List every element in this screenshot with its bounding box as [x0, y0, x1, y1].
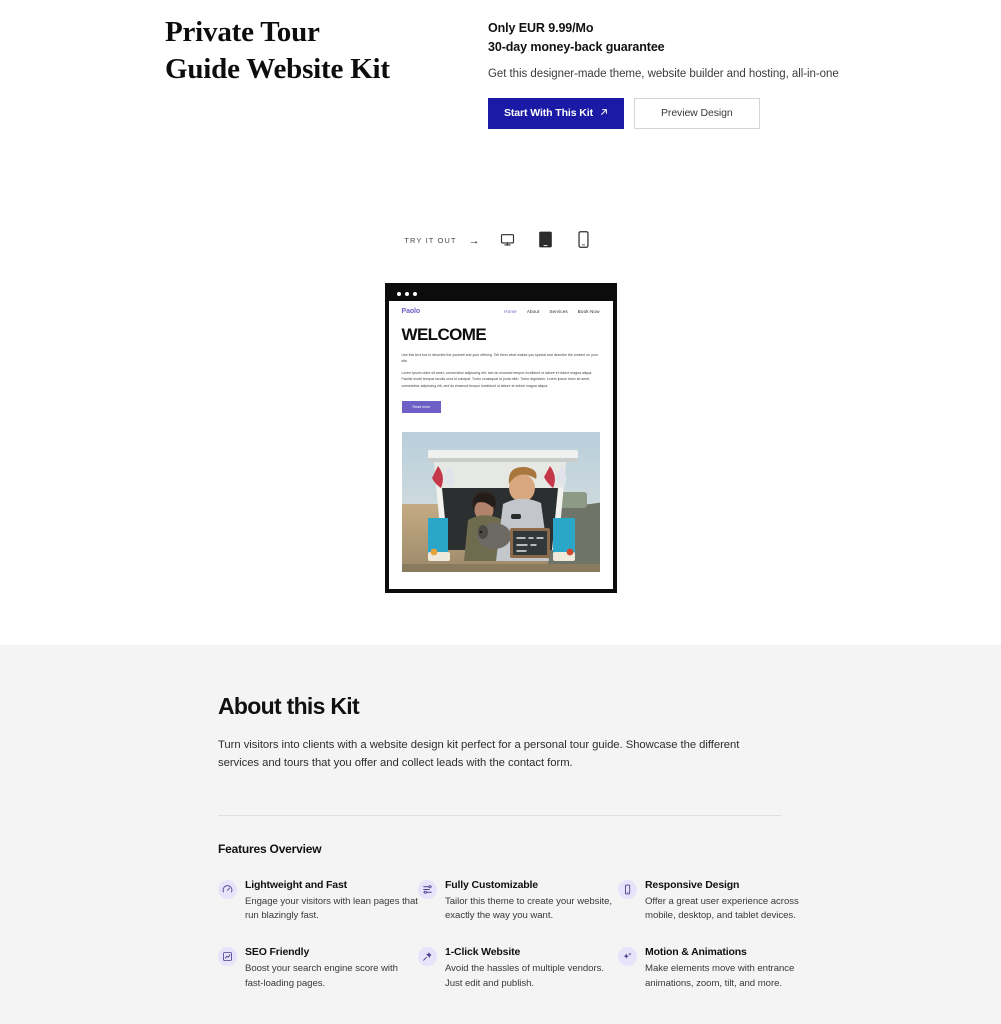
- start-with-this-kit-button[interactable]: Start With This Kit: [488, 97, 625, 129]
- mockup-heading: WELCOME: [401, 324, 487, 344]
- page-title-line1: Private Tour: [165, 16, 320, 48]
- device-switcher: TRY IT OUT →: [0, 229, 1001, 253]
- hero-section: Private Tour Guide Website Kit Only EUR …: [0, 0, 1001, 645]
- feature-title: Fully Customizable: [445, 878, 538, 891]
- mockup-logo: Paolo: [401, 307, 421, 315]
- mockup-nav-services[interactable]: Services: [549, 309, 567, 314]
- device-button-desktop[interactable]: [495, 229, 521, 253]
- feature-item: Fully Customizable Tailor this theme to …: [418, 879, 618, 925]
- feature-description: Tailor this theme to create your website…: [445, 895, 612, 922]
- mobile-icon: [578, 230, 589, 251]
- product-page: Private Tour Guide Website Kit Only EUR …: [0, 0, 1001, 1024]
- arrow-up-right-icon: [600, 107, 608, 119]
- start-button-label: Start With This Kit: [504, 107, 594, 119]
- section-divider: [218, 814, 781, 816]
- hero-button-row: Start With This Kit Preview Design: [488, 97, 839, 129]
- feature-description: Engage your visitors with lean pages tha…: [245, 895, 418, 922]
- tablet-icon: [538, 231, 553, 251]
- mockup-navbar: Paolo Home About Services Book Now: [389, 301, 613, 321]
- feature-title: Motion & Animations: [645, 946, 747, 959]
- feature-description: Boost your search engine score with fast…: [245, 963, 398, 990]
- feature-title: SEO Friendly: [245, 946, 310, 959]
- feature-title: 1-Click Website: [445, 946, 521, 959]
- window-dot: [412, 291, 417, 296]
- feature-description: Avoid the hassles of multiple vendors. J…: [445, 963, 604, 990]
- sparkle-icon: [618, 947, 637, 967]
- feature-item: Motion & Animations Make elements move w…: [618, 946, 818, 992]
- window-dot: [404, 291, 409, 296]
- mockup-nav-book-now[interactable]: Book Now: [578, 309, 600, 314]
- features-grid: Lightweight and Fast Engage your visitor…: [218, 879, 799, 992]
- desktop-icon: [500, 232, 515, 250]
- mockup-nav-home[interactable]: Home: [504, 309, 517, 314]
- gauge-icon: [218, 879, 237, 899]
- about-description: Turn visitors into clients with a websit…: [218, 739, 740, 770]
- feature-description: Make elements move with entrance animati…: [645, 963, 795, 990]
- feature-title: Lightweight and Fast: [245, 878, 347, 891]
- price-label: Only EUR 9.99/Mo: [488, 21, 594, 35]
- feature-description: Offer a great user experience across mob…: [645, 895, 799, 922]
- chart-line-icon: [218, 947, 237, 967]
- device-button-mobile[interactable]: [571, 229, 597, 253]
- try-it-out-label: TRY IT OUT: [404, 236, 457, 245]
- preview-design-button[interactable]: Preview Design: [634, 97, 760, 129]
- arrow-right-icon: →: [468, 234, 480, 247]
- page-title-line2: Guide Website Kit: [165, 52, 390, 85]
- about-section: About this Kit Turn visitors into client…: [0, 645, 1001, 1024]
- feature-item: Lightweight and Fast Engage your visitor…: [218, 879, 418, 925]
- page-title: Private Tour Guide Website Kit: [165, 14, 485, 88]
- website-preview: Paolo Home About Services Book Now WELCO…: [0, 282, 1001, 593]
- pin-icon: [418, 947, 437, 967]
- browser-titlebar: [388, 286, 613, 301]
- mockup-paragraph-2: Lorem ipsum dolor sit amet, consectetur …: [401, 371, 593, 388]
- sliders-icon: [418, 879, 437, 899]
- hero-title-block: Private Tour Guide Website Kit: [165, 14, 485, 129]
- browser-mockup: Paolo Home About Services Book Now WELCO…: [384, 282, 617, 593]
- mockup-paragraph-1: Use this text box to describe the yourse…: [401, 352, 598, 363]
- guarantee-label: 30-day money-back guarantee: [488, 39, 665, 54]
- feature-item: 1-Click Website Avoid the hassles of mul…: [418, 946, 618, 992]
- mockup-read-more-button[interactable]: Read more: [401, 400, 442, 413]
- mockup-photo: [401, 431, 600, 572]
- mobile-icon: [618, 879, 637, 899]
- feature-title: Responsive Design: [645, 878, 740, 891]
- device-button-tablet[interactable]: [533, 229, 559, 253]
- feature-item: Responsive Design Offer a great user exp…: [618, 879, 818, 925]
- mockup-page: Paolo Home About Services Book Now WELCO…: [388, 300, 613, 572]
- about-title: About this Kit: [218, 693, 360, 719]
- hero-description: Get this designer-made theme, website bu…: [488, 67, 839, 80]
- hero-offer-block: Only EUR 9.99/Mo 30-day money-back guara…: [488, 14, 839, 129]
- mockup-hero: WELCOME Use this text box to describe th…: [389, 321, 613, 423]
- mockup-nav-about[interactable]: About: [527, 309, 540, 314]
- features-overview-title: Features Overview: [218, 841, 322, 856]
- feature-item: SEO Friendly Boost your search engine sc…: [218, 946, 418, 992]
- preview-button-label: Preview Design: [661, 107, 733, 119]
- mockup-nav-links: Home About Services Book Now: [504, 309, 599, 314]
- window-dot: [396, 291, 401, 296]
